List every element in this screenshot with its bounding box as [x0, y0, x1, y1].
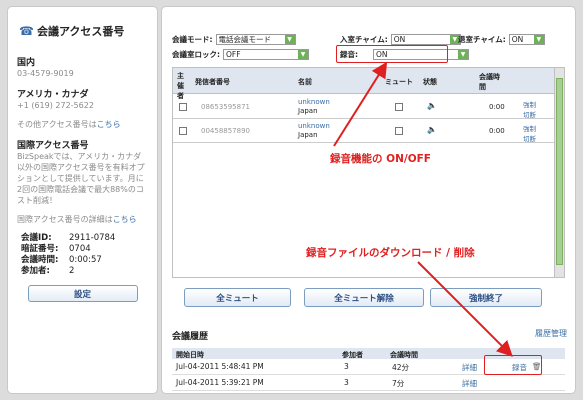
speaker-icon: 🔈: [427, 101, 437, 110]
participants-value: 2: [69, 266, 75, 276]
pin-label: 暗証番号:: [21, 244, 59, 254]
domestic-label: 国内: [17, 58, 36, 68]
download-highlight: [484, 355, 542, 375]
entry-chime-value: ON: [393, 35, 406, 44]
history-duration: 42分: [392, 363, 410, 372]
us-canada-number: +1 (619) 272-5622: [17, 101, 94, 110]
chevron-down-icon: ▼: [284, 35, 295, 44]
host-checkbox[interactable]: [179, 103, 187, 111]
mute-all-button[interactable]: 全ミュート: [184, 288, 291, 307]
mode-label: 会議モード:: [172, 35, 213, 44]
annotation-recording-toggle: 録音機能の ON/OFF: [330, 153, 431, 165]
entry-chime-control: 入室チャイム: ON ▼: [340, 34, 461, 45]
col-participants: 参加者: [342, 351, 363, 359]
domestic-number: 03-4579-9019: [17, 69, 74, 78]
recording-highlight: [336, 45, 448, 63]
history-start: Jul-04-2011 5:48:41 PM: [176, 362, 264, 371]
history-participants: 3: [344, 362, 349, 371]
speaker-icon: 🔈: [427, 125, 437, 134]
room-lock-label: 会議室ロック:: [172, 50, 220, 59]
caller-number: 00458857890: [201, 127, 250, 135]
force-end-button[interactable]: 強制終了: [430, 288, 542, 307]
phone-icon: ☎: [19, 24, 34, 38]
exit-chime-value: ON: [511, 35, 524, 44]
participant-name[interactable]: unknown: [298, 98, 330, 106]
force-disconnect-link[interactable]: 強制切断: [523, 123, 537, 143]
col-mute: ミュート: [385, 78, 413, 86]
mode-control: 会議モード: 電話会議モード ▼: [172, 34, 296, 45]
conference-control-panel: 会議モード: 電話会議モード ▼ 入室チャイム: ON ▼ 退室チャイム: ON ▼ …: [161, 6, 576, 394]
chevron-down-icon: ▼: [533, 35, 544, 44]
scrollbar-thumb[interactable]: [556, 78, 563, 265]
history-participants: 3: [344, 378, 349, 387]
room-lock-value: OFF: [226, 50, 241, 59]
intl-more-label: 国際アクセス番号の詳細は: [17, 215, 113, 224]
col-start: 開始日時: [176, 351, 204, 359]
conference-info: 会議ID: 2911-0784 暗証番号: 0704 会議時間: 0:00:57 参加…: [21, 233, 148, 277]
participant-row: 00458857890 unknown Japan 🔈 0:00 強制切断: [173, 119, 554, 143]
participant-region: Japan: [298, 131, 318, 139]
mute-checkbox[interactable]: [395, 127, 403, 135]
other-numbers-link[interactable]: こちら: [97, 120, 121, 129]
intl-more-text: 国際アクセス番号の詳細はこちら: [17, 214, 148, 225]
pin-value: 0704: [69, 244, 91, 254]
mode-value: 電話会議モード: [218, 35, 272, 44]
participants-label: 参加者:: [21, 266, 50, 276]
conference-id-value: 2911-0784: [69, 233, 116, 243]
other-numbers-label: その他アクセス番号は: [17, 120, 97, 129]
mode-select[interactable]: 電話会議モード ▼: [215, 34, 296, 45]
col-time: 会議時間: [479, 73, 500, 91]
history-detail-link[interactable]: 詳細: [462, 362, 477, 373]
force-disconnect-link[interactable]: 強制切断: [523, 99, 537, 119]
participant-time: 0:00: [489, 103, 505, 111]
participants-scrollbar[interactable]: [554, 68, 564, 277]
col-duration: 会議時間: [390, 351, 418, 359]
unmute-all-button[interactable]: 全ミュート解除: [304, 288, 424, 307]
entry-chime-select[interactable]: ON ▼: [390, 34, 461, 45]
mute-checkbox[interactable]: [395, 103, 403, 111]
col-caller: 発信者番号: [195, 78, 230, 86]
intl-access-title: 国際アクセス番号: [17, 141, 89, 151]
participant-row: 08653595871 unknown Japan 🔈 0:00 強制切断: [173, 95, 554, 119]
caller-number: 08653595871: [201, 103, 250, 111]
intl-access-description: BizSpeakでは、アメリカ・カナダ以外の国際アクセス番号を有料オプションとし…: [17, 152, 145, 205]
col-name: 名前: [298, 78, 312, 86]
other-numbers-text: その他アクセス番号はこちら: [17, 119, 148, 130]
history-duration: 7分: [392, 379, 405, 388]
history-detail-link[interactable]: 詳細: [462, 378, 477, 389]
panel-title-text: 会議アクセス番号: [36, 25, 125, 38]
duration-value: 0:00:57: [69, 255, 102, 265]
exit-chime-select[interactable]: ON ▼: [508, 34, 545, 45]
entry-chime-label: 入室チャイム:: [340, 35, 388, 44]
access-number-panel: ☎ 会議アクセス番号 国内 03-4579-9019 アメリカ・カナダ +1 (…: [7, 6, 158, 394]
room-lock-select[interactable]: OFF ▼: [223, 49, 309, 60]
participant-name[interactable]: unknown: [298, 122, 330, 130]
chevron-down-icon: ▼: [458, 50, 468, 59]
exit-chime-label: 退室チャイム:: [458, 35, 506, 44]
room-lock-control: 会議室ロック: OFF ▼: [172, 49, 309, 60]
us-canada-label: アメリカ・カナダ: [17, 90, 89, 100]
chevron-down-icon: ▼: [298, 50, 308, 59]
intl-more-link[interactable]: こちら: [113, 215, 137, 224]
history-title: 会議履歴: [172, 332, 209, 342]
participant-region: Japan: [298, 107, 318, 115]
settings-button[interactable]: 設定: [27, 285, 138, 302]
annotation-recording-download: 録音ファイルのダウンロード / 削除: [306, 247, 475, 259]
exit-chime-control: 退室チャイム: ON ▼: [458, 34, 545, 45]
participant-time: 0:00: [489, 127, 505, 135]
history-manage-link[interactable]: 履歴管理: [535, 328, 567, 339]
host-checkbox[interactable]: [179, 127, 187, 135]
conference-id-label: 会議ID:: [21, 233, 52, 243]
history-start: Jul-04-2011 5:39:21 PM: [176, 378, 264, 387]
duration-label: 会議時間:: [21, 255, 59, 265]
history-row: Jul-04-2011 5:39:21 PM 3 7分 詳細: [172, 376, 565, 391]
access-number-title: ☎ 会議アクセス番号: [19, 23, 148, 39]
col-status: 状態: [423, 78, 437, 86]
participants-header: 主催者 発信者番号 名前 ミュート 状態 会議時間: [173, 68, 554, 100]
